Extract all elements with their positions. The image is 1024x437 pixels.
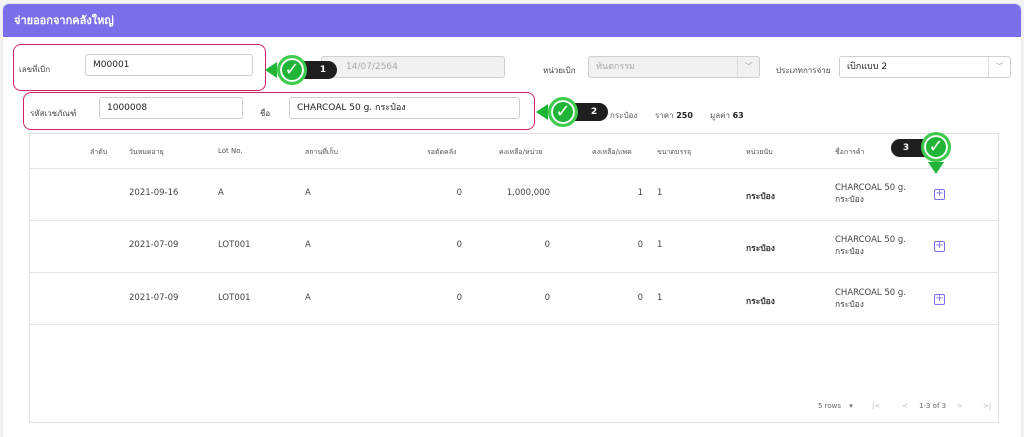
rows-per-page-value: 5 rows <box>818 402 842 410</box>
amount-value: 63 <box>732 111 744 120</box>
callout-3: 3 ✓ <box>891 128 961 190</box>
page-range: 1-3 of 3 <box>919 402 947 410</box>
price-info: ราคา 250 <box>655 109 693 122</box>
cell-unit: กระป๋อง <box>746 297 775 307</box>
callout-1: 1 ✓ <box>265 52 347 88</box>
cell-location: A <box>305 188 311 198</box>
check-icon: ✓ <box>921 132 951 162</box>
check-icon: ✓ <box>277 55 307 85</box>
column-header-no: ลำดับ <box>90 148 108 156</box>
callout-2: 2 ✓ <box>536 94 616 130</box>
cell-location: A <box>305 240 311 250</box>
amount-label: มูลค่า <box>710 111 731 120</box>
chevron-down-icon: ﹀ <box>988 57 1010 77</box>
add-lot-button[interactable]: + <box>934 294 945 305</box>
unit-select[interactable]: ทันตกรรม ﹀ <box>588 56 760 78</box>
unit-info: กระป๋อง <box>610 111 638 120</box>
amount-info: มูลค่า 63 <box>710 109 744 122</box>
cell-bal-pack: 0 <box>637 240 643 250</box>
cell-trade-name: CHARCOAL 50 g. กระป๋อง <box>835 235 906 257</box>
cell-location: A <box>305 293 311 303</box>
unit-label: หน่วยเบิก <box>543 66 576 75</box>
cell-unit: กระป๋อง <box>746 244 775 254</box>
cell-pending: 0 <box>456 240 462 250</box>
dropdown-caret-icon: ▾ <box>849 402 853 410</box>
header-divider <box>30 168 998 169</box>
pay-type-select-value: เบิกแบบ 2 <box>847 62 888 72</box>
row-divider <box>30 220 998 221</box>
chevron-down-icon: ﹀ <box>737 57 759 77</box>
cell-trade-name: CHARCOAL 50 g. กระป๋อง <box>835 288 906 310</box>
column-header-unit: หน่วยนับ <box>746 148 773 156</box>
column-header-bal-pack: คงเหลือ/แพค <box>592 148 632 156</box>
cell-lot: A <box>218 188 224 198</box>
cell-exp: 2021-07-09 <box>129 293 179 303</box>
add-lot-button[interactable]: + <box>934 189 945 200</box>
pay-type-label: ประเภทการจ่าย <box>776 66 831 75</box>
cell-bal-unit: 0 <box>544 293 550 303</box>
page-title: จ่ายออกจากคลังใหญ่ <box>3 4 1021 37</box>
product-code-label: รหัสเวชภัณฑ์ <box>30 109 77 118</box>
unit-select-value: ทันตกรรม <box>596 62 635 72</box>
column-header-pending: รอตัดคลัง <box>427 148 457 156</box>
cell-pending: 0 <box>456 188 462 198</box>
product-name-input[interactable]: CHARCOAL 50 g. กระป๋อง <box>289 97 520 119</box>
cell-exp: 2021-07-09 <box>129 240 179 250</box>
column-header-bal-unit: คงเหลือ/หน่วย <box>499 148 543 156</box>
column-header-location: สถานที่เก็บ <box>305 148 338 156</box>
doc-no-label: เลขที่เบิก <box>19 65 51 74</box>
add-lot-button[interactable]: + <box>934 241 945 252</box>
cell-bal-unit: 1,000,000 <box>506 188 550 198</box>
issue-panel: จ่ายออกจากคลังใหญ่ เลขที่เบิก M00001 14/… <box>3 4 1021 437</box>
column-header-trade-name: ชื่อการค้า <box>835 148 865 156</box>
lot-table: ลำดับ วันหมดอายุ Lot No. สถานที่เก็บ รอต… <box>29 133 999 423</box>
cell-unit: กระป๋อง <box>746 192 775 202</box>
cell-exp: 2021-09-16 <box>129 188 179 198</box>
doc-no-input[interactable]: M00001 <box>85 54 253 76</box>
cell-pack-size: 1 <box>657 188 663 198</box>
column-header-pack-size: ขนาดบรรจุ <box>657 148 692 156</box>
rows-per-page-select[interactable]: 5 rows ▾ <box>818 402 853 410</box>
pay-type-select[interactable]: เบิกแบบ 2 ﹀ <box>839 56 1011 78</box>
price-label: ราคา <box>655 111 674 120</box>
first-page-button[interactable]: |< <box>872 402 880 410</box>
cell-pack-size: 1 <box>657 240 663 250</box>
cell-bal-pack: 0 <box>637 293 643 303</box>
cell-pending: 0 <box>456 293 462 303</box>
row-divider <box>30 324 998 325</box>
cell-lot: LOT001 <box>218 240 251 250</box>
next-page-button[interactable]: > <box>957 402 963 410</box>
cell-bal-pack: 1 <box>637 188 643 198</box>
name-label: ชื่อ <box>260 109 271 118</box>
row-divider <box>30 272 998 273</box>
column-header-exp: วันหมดอายุ <box>129 148 164 156</box>
cell-pack-size: 1 <box>657 293 663 303</box>
price-value: 250 <box>676 111 693 120</box>
check-icon: ✓ <box>548 97 578 127</box>
product-code-input[interactable]: 1000008 <box>99 97 243 119</box>
callout-pointer <box>536 104 548 120</box>
date-input: 14/07/2564 <box>321 56 505 78</box>
column-header-lot: Lot No. <box>218 147 243 155</box>
last-page-button[interactable]: >| <box>983 402 991 410</box>
prev-page-button[interactable]: < <box>902 402 908 410</box>
callout-pointer <box>928 162 944 174</box>
callout-pointer <box>265 62 277 78</box>
cell-bal-unit: 0 <box>544 240 550 250</box>
cell-lot: LOT001 <box>218 293 251 303</box>
